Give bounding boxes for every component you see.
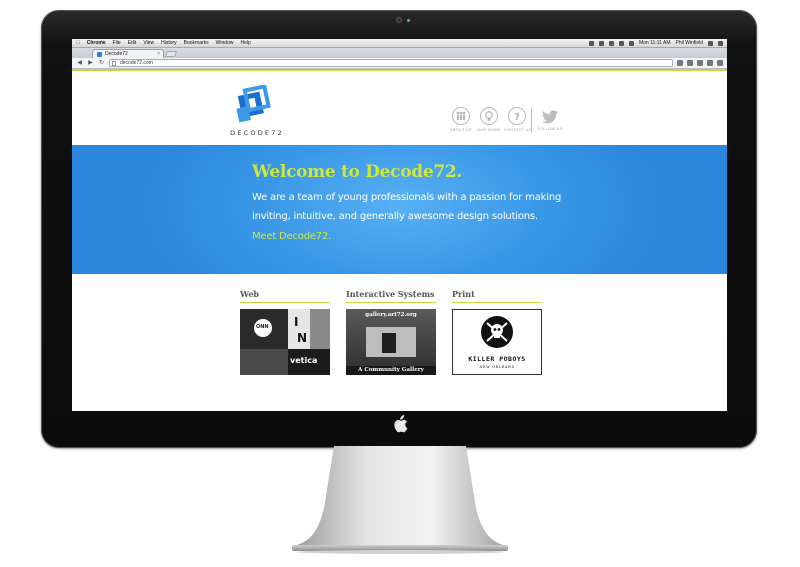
menu-chrome[interactable]: Chrome: [87, 40, 106, 46]
apple-logo-icon: [394, 415, 408, 433]
tab-close-icon[interactable]: ×: [157, 51, 160, 57]
thumb-panel: [240, 349, 288, 375]
category-title: Print: [452, 289, 542, 303]
meet-decode72-link[interactable]: Meet Decode72.: [252, 231, 331, 242]
portfolio-category-web[interactable]: Web: [240, 289, 330, 303]
nav-label: CONTACT US: [504, 128, 532, 132]
category-title: Interactive Systems: [346, 289, 436, 303]
thumb-panel: [310, 309, 330, 349]
hero-title: Welcome to Decode72.: [252, 162, 463, 182]
nav-divider: [531, 107, 532, 133]
portfolio-category-interactive[interactable]: Interactive Systems: [346, 289, 436, 303]
nav-follow-us[interactable]: FOLLOW US: [537, 107, 563, 131]
question-icon: ?: [514, 112, 520, 122]
nav-contact-us[interactable]: ? CONTACT US: [504, 107, 532, 132]
gallery-caption: A Community Gallery: [346, 366, 436, 375]
wrench-menu-icon[interactable]: [717, 60, 723, 66]
menu-edit[interactable]: Edit: [128, 40, 137, 46]
camera-icon: [396, 17, 402, 23]
extension-icon[interactable]: [707, 60, 713, 66]
svg-text:?: ?: [514, 112, 520, 122]
skull-crossbones-icon: [481, 316, 513, 348]
nav-our-work[interactable]: OUR WORK: [476, 107, 502, 132]
new-tab-button[interactable]: [164, 51, 178, 57]
extension-icon[interactable]: [697, 60, 703, 66]
forward-button[interactable]: ▶: [87, 59, 94, 67]
hero-text-line: inviting, intuitive, and generally aweso…: [252, 211, 538, 222]
favicon-icon: [97, 51, 102, 57]
nav-label: FOLLOW US: [537, 127, 563, 131]
interactive-systems-thumbnail[interactable]: gallery.art72.org A Community Gallery: [346, 309, 436, 375]
reload-button[interactable]: ↻: [98, 59, 105, 67]
tab-title: Decode72: [105, 51, 128, 57]
web-thumbnail[interactable]: ONN I N vetica: [240, 309, 330, 375]
print-thumb-subtitle: NEW ORLEANS: [479, 365, 515, 369]
battery-icon[interactable]: [628, 40, 634, 46]
address-bar[interactable]: decode72.com: [109, 59, 673, 67]
twitter-bird-icon: [542, 110, 558, 124]
tab-decode72[interactable]: Decode72 ×: [92, 49, 164, 58]
thumb-text: I: [294, 315, 299, 329]
thumb-figure: [382, 333, 396, 353]
notifications-icon[interactable]: [718, 40, 723, 46]
hero-banner: Welcome to Decode72. We are a team of yo…: [72, 145, 727, 274]
menu-clock[interactable]: Mon 11:11 AM: [639, 40, 671, 46]
thumb-text: vetica: [290, 356, 318, 365]
monitor-stand: [292, 446, 508, 554]
menu-help[interactable]: Help: [240, 40, 250, 46]
volume-icon[interactable]: [618, 40, 624, 46]
wifi-icon[interactable]: [608, 40, 614, 46]
nav-label: ABOUT US: [450, 128, 472, 132]
menu-view[interactable]: View: [143, 40, 154, 46]
people-icon: [456, 111, 466, 120]
mac-menu-bar:  Chrome File Edit View History Bookmark…: [72, 39, 727, 48]
thumb-text: ONN: [256, 324, 269, 330]
print-thumb-title: KILLER POBOYS: [468, 355, 526, 363]
nav-label: OUR WORK: [477, 128, 501, 132]
browser-screen:  Chrome File Edit View History Bookmark…: [72, 39, 727, 411]
gallery-url-text: gallery.art72.org: [365, 312, 417, 318]
address-url: decode72.com: [120, 60, 153, 66]
nav-about-us[interactable]: ABOUT US: [448, 107, 474, 132]
status-icon[interactable]: [598, 40, 604, 46]
status-icon[interactable]: [588, 40, 594, 46]
browser-toolbar: ◀ ▶ ↻ decode72.com: [72, 58, 727, 69]
print-thumbnail[interactable]: KILLER POBOYS NEW ORLEANS: [452, 309, 542, 375]
menu-bookmarks[interactable]: Bookmarks: [184, 40, 209, 46]
header-accent-line: [72, 69, 727, 71]
decode72-logo-icon[interactable]: [234, 85, 274, 125]
menu-history[interactable]: History: [161, 40, 177, 46]
menu-window[interactable]: Window: [216, 40, 234, 46]
category-title: Web: [240, 289, 330, 303]
thumb-text: N: [297, 331, 308, 345]
tab-strip: Decode72 ×: [72, 48, 727, 58]
spotlight-icon[interactable]: [708, 40, 713, 46]
apple-menu-icon[interactable]: : [76, 40, 80, 46]
star-icon[interactable]: [677, 60, 683, 66]
extension-icon[interactable]: [687, 60, 693, 66]
menu-file[interactable]: File: [113, 40, 121, 46]
lightbulb-icon: [485, 111, 493, 121]
portfolio-category-print[interactable]: Print: [452, 289, 542, 303]
page-icon: [112, 61, 116, 66]
back-button[interactable]: ◀: [76, 59, 83, 67]
hero-text-line: We are a team of young professionals wit…: [252, 192, 562, 203]
camera-led: [407, 19, 410, 22]
logo-text: DECODE72: [230, 129, 284, 137]
menu-user[interactable]: Phil Winfield: [675, 40, 703, 46]
